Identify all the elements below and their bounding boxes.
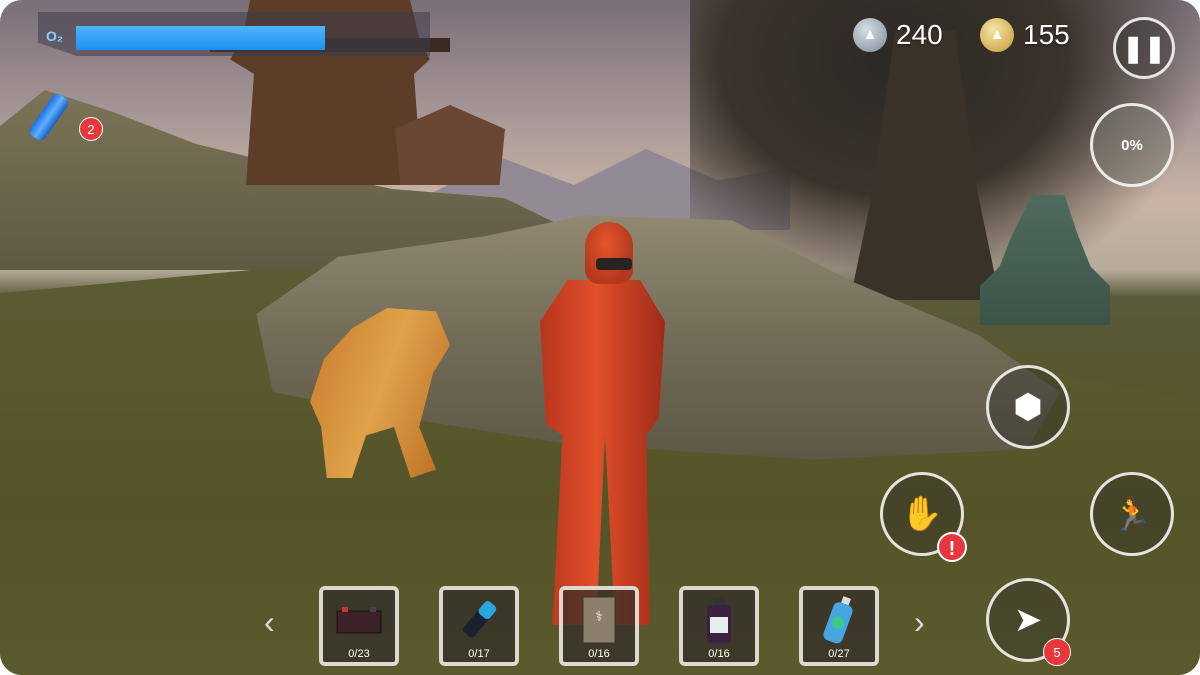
slot-count: 0/16 bbox=[588, 648, 610, 660]
slot-count: 0/17 bbox=[468, 648, 490, 660]
hand-icon: ✋ bbox=[900, 495, 944, 533]
navigation-count-badge: 5 bbox=[1043, 638, 1071, 666]
running-man-icon: 🏃 bbox=[1112, 496, 1152, 532]
game-viewport[interactable]: O₂ 2 ▲ 240 ▲ 155 ❚❚ 0% ⬢ ✋ ! 🏃 ➤ 5 ‹ 0/2… bbox=[0, 0, 1200, 675]
rock-icon: ⬢ bbox=[1013, 388, 1043, 426]
pointer-arrow-icon: ➤ bbox=[1013, 601, 1043, 639]
helmet-visor bbox=[596, 258, 632, 270]
silver-coin-glyph: ▲ bbox=[862, 26, 878, 43]
oxygen-fill bbox=[76, 26, 325, 50]
inventory-slot-medicine-bottle[interactable]: 0/16 bbox=[679, 586, 759, 666]
player-helmet bbox=[585, 222, 633, 284]
gold-coin-glyph: ▲ bbox=[989, 26, 1005, 43]
slot-count: 0/16 bbox=[708, 648, 730, 660]
gold-coin-count: 155 bbox=[1023, 19, 1070, 50]
inventory-slot-battery-box[interactable]: 0/23 bbox=[319, 586, 399, 666]
battery-box-icon bbox=[335, 596, 383, 644]
slot-count: 0/27 bbox=[828, 648, 850, 660]
oxygen-label: O₂ bbox=[46, 28, 64, 44]
bottle-count-badge: 2 bbox=[79, 117, 103, 141]
gold-coin-icon: ▲ bbox=[980, 18, 1014, 52]
inventory-slot-battery-cell[interactable]: 0/17 bbox=[439, 586, 519, 666]
battery-cell-icon bbox=[455, 596, 503, 644]
sprint-button[interactable]: 🏃 bbox=[1090, 472, 1174, 556]
water-bottle-icon bbox=[815, 596, 863, 644]
slot-count: 0/23 bbox=[348, 648, 370, 660]
interact-alert-badge: ! bbox=[937, 532, 967, 562]
svg-text:⚕: ⚕ bbox=[595, 608, 603, 624]
inventory-slot-water-bottle[interactable]: 0/27 bbox=[799, 586, 879, 666]
inventory-prev-arrow[interactable]: ‹ bbox=[264, 604, 275, 641]
inventory-next-arrow[interactable]: › bbox=[914, 604, 925, 641]
rock-action-button[interactable]: ⬢ bbox=[986, 365, 1070, 449]
medicine-bottle-icon bbox=[695, 596, 743, 644]
axe-progress: 0% bbox=[1121, 136, 1143, 154]
manual-book-icon: ⚕ bbox=[575, 596, 623, 644]
silver-coin-icon: ▲ bbox=[853, 18, 887, 52]
inventory-slot-manual-book[interactable]: ⚕ 0/16 bbox=[559, 586, 639, 666]
pause-button[interactable]: ❚❚ bbox=[1113, 17, 1175, 79]
axe-tool-button[interactable]: 0% bbox=[1090, 103, 1174, 187]
silver-coin-count: 240 bbox=[896, 19, 943, 50]
pause-icon: ❚❚ bbox=[1122, 32, 1166, 63]
